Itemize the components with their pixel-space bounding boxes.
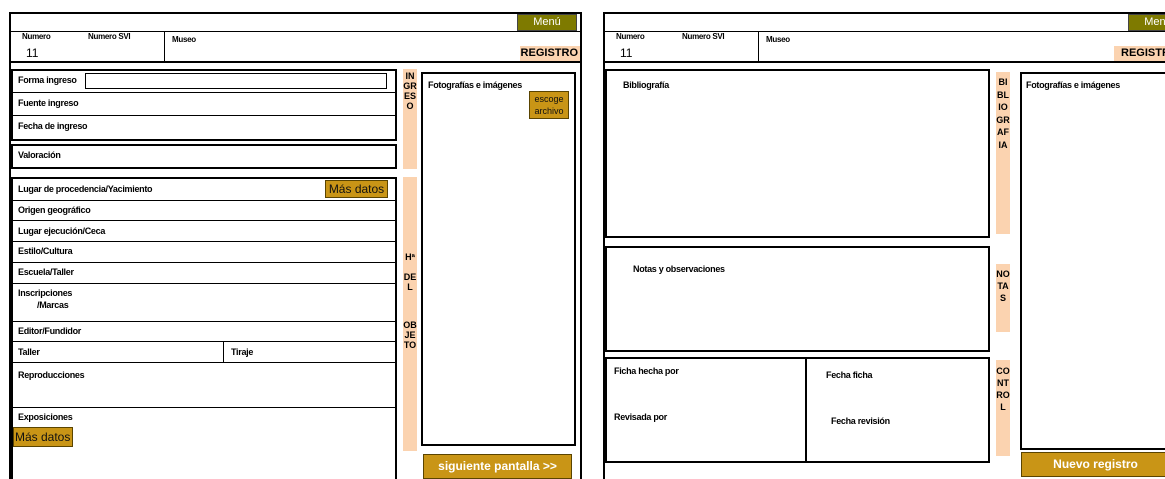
numero-label-2: Numero [616,32,645,41]
valoracion-label: Valoración [18,150,61,160]
origen-geografico-label: Origen geográfico [18,205,91,215]
escuela-taller-label: Escuela/Taller [18,267,74,277]
numero-value: 11 [26,46,39,60]
escoge-label: escoge [534,94,564,104]
forma-ingreso-label: Forma ingreso [18,75,77,85]
editor-fundidor-label: Editor/Fundidor [18,326,81,336]
notas-box[interactable] [605,246,990,352]
control-strip-text: CONTROL [996,366,1010,412]
valoracion-box[interactable] [11,144,397,169]
numero-svi-label-2: Numero SVI [682,32,725,41]
objeto-sep-9 [11,407,397,408]
notas-label: Notas y observaciones [633,264,725,274]
mas-datos-button-bottom[interactable]: Más datos [13,427,73,447]
mas-datos-button-top[interactable]: Más datos [325,180,388,198]
ingreso-strip-text: INGRESO [403,71,417,111]
fotografias-panel-2 [1020,72,1165,450]
bibliografia-box[interactable] [605,69,990,238]
ingreso-strip: INGRESO [403,69,417,169]
screen-1: Menú Numero 11 Numero SVI Museo REGISTRO… [0,0,590,479]
numero-svi-label: Numero SVI [88,32,131,41]
reproducciones-label: Reproducciones [18,370,85,380]
siguiente-pantalla-button[interactable]: siguiente pantalla >> [423,454,572,479]
inscripciones-label: Inscripciones [18,288,73,298]
taller-label: Taller [18,347,40,357]
registro-tag-2: REGISTRO [1114,46,1165,61]
notas-strip-text: NOTAS [996,269,1010,303]
escoge-archivo-button[interactable]: escoge archivo [529,91,569,119]
fuente-ingreso-label: Fuente ingreso [18,98,79,108]
menu-button-2[interactable]: Menú [1128,14,1165,31]
objeto-strip-text-3: OBJETO [403,320,417,350]
objeto-strip-text-1: Hª [405,252,415,262]
objeto-sep-4 [11,262,397,263]
header-bottom-2 [605,61,1165,63]
header-divider [164,31,165,61]
ingreso-sep-1 [11,92,397,93]
fotografias-label: Fotografías e imágenes [428,80,522,90]
nuevo-registro-button[interactable]: Nuevo registro [1021,452,1165,477]
objeto-sep-2 [11,220,397,221]
ingreso-sep-2 [11,115,397,116]
estilo-cultura-label: Estilo/Cultura [18,246,73,256]
control-divider [805,357,807,463]
screen-1-right-border [580,12,582,479]
objeto-sep-3 [11,241,397,242]
objeto-strip-text-2: DEL [403,272,417,292]
control-strip: CONTROL [996,360,1010,456]
objeto-sep-7 [11,341,397,342]
objeto-sep-8 [11,362,397,363]
screen-2-top-border [603,12,1165,14]
fecha-ficha-label: Fecha ficha [826,370,873,380]
header-bottom [11,61,580,63]
menu-button[interactable]: Menú [517,14,577,31]
archivo-label: archivo [534,106,564,116]
objeto-sep-1 [11,200,397,201]
bibliografia-strip-text: BIBLIOGRAFIA [996,77,1010,150]
objeto-sep-5 [11,283,397,284]
tiraje-label: Tiraje [231,347,254,357]
fotografias-label-2: Fotografías e imágenes [1026,80,1120,90]
numero-label: Numero [22,32,51,41]
lugar-procedencia-label: Lugar de procedencia/Yacimiento [18,184,153,194]
lugar-ejecucion-label: Lugar ejecución/Ceca [18,226,106,236]
bibliografia-strip: BIBLIOGRAFIA [996,72,1010,234]
ficha-hecha-por-label: Ficha hecha por [614,366,679,376]
notas-strip: NOTAS [996,264,1010,332]
objeto-strip: Hª DEL OBJETO [403,177,417,451]
marcas-label: /Marcas [37,300,69,310]
taller-divider [223,341,224,362]
numero-value-2: 11 [620,46,633,60]
screen-2: Menú Numero 11 Numero SVI Museo REGISTRO… [600,0,1165,479]
exposiciones-label: Exposiciones [18,412,73,422]
registro-tag: REGISTRO [520,46,580,61]
screen-1-top-border [9,12,582,14]
fecha-ingreso-label: Fecha de ingreso [18,121,88,131]
museo-label: Museo [172,35,196,44]
objeto-sep-6 [11,321,397,322]
header-divider-2 [758,31,759,61]
forma-ingreso-input[interactable] [85,73,387,89]
bibliografia-label: Bibliografía [623,80,669,90]
fotografias-panel [421,72,576,446]
revisada-por-label: Revisada por [614,412,667,422]
fecha-revision-label: Fecha revisión [831,416,890,426]
museo-label-2: Museo [766,35,790,44]
